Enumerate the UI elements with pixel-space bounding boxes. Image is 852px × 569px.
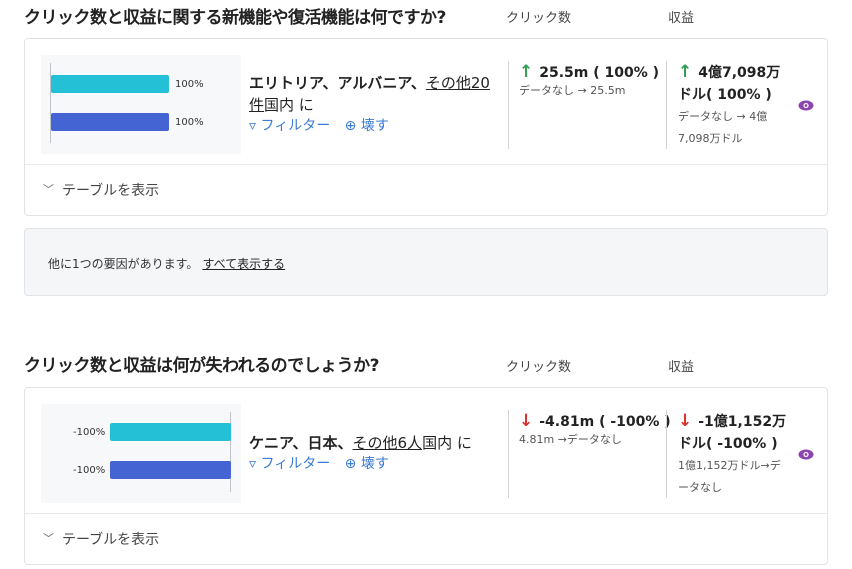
factor-others-link[interactable]: その他6人 — [353, 434, 423, 452]
show-table-toggle[interactable]: ﹀ テーブルを表示 — [25, 164, 827, 215]
show-table-label: テーブルを表示 — [62, 183, 160, 199]
arrow-up-icon: ↑ — [678, 62, 693, 82]
column-divider — [508, 410, 509, 498]
revenue-change-line2: 7,098万ドル — [678, 132, 743, 145]
break-button[interactable]: ⊕ 壊す — [345, 118, 389, 134]
revenue-value-line2: ドル( 100% ) — [678, 87, 772, 103]
revenue-metric: ↓ -1億1,152万 ドル( -100% ) 1億1,152万ドル→デ ータなし — [678, 410, 786, 499]
column-header-clicks: クリック数 — [506, 11, 572, 26]
section-title-losses: クリック数と収益は何が失われるのでしょうか? — [24, 356, 380, 376]
factor-suffix: 国内 に — [422, 434, 472, 452]
factor-countries: エリトリア、アルバニア、 — [249, 74, 426, 92]
eye-icon[interactable] — [798, 449, 814, 460]
more-factors-note: 他に1つの要因があります。 すべて表示する — [24, 228, 828, 296]
bar-revenue — [110, 461, 231, 479]
bar-revenue — [51, 113, 169, 131]
bar-label-revenue: -100% — [73, 465, 106, 476]
filter-button[interactable]: ▿ フィルター — [249, 456, 330, 472]
revenue-change-line1: 1億1,152万ドル→デ — [678, 459, 781, 472]
revenue-value-line1: -1億1,152万 — [698, 414, 787, 430]
show-table-toggle[interactable]: ﹀ テーブルを表示 — [25, 513, 827, 564]
bar-clicks — [110, 423, 231, 441]
bar-label-clicks: 100% — [175, 79, 204, 90]
revenue-change-line2: ータなし — [678, 481, 722, 494]
break-button[interactable]: ⊕ 壊す — [345, 456, 389, 472]
chevron-down-icon: ﹀ — [43, 183, 54, 196]
column-divider — [666, 410, 667, 498]
clicks-value: -4.81m ( -100% ) — [539, 414, 671, 430]
clicks-metric: ↑ 25.5m ( 100% ) データなし → 25.5m — [519, 61, 659, 98]
column-header-revenue: 収益 — [668, 11, 695, 26]
bar-label-revenue: 100% — [175, 117, 204, 128]
insight-card-gains: 100% 100% エリトリア、アルバニア、その他20件国内 に ▿ フィルター… — [24, 38, 828, 216]
clicks-value: 25.5m ( 100% ) — [539, 65, 660, 81]
bar-clicks — [51, 75, 169, 93]
clicks-change: 4.81m →データなし — [519, 433, 622, 446]
revenue-value-line1: 4億7,098万 — [698, 65, 781, 81]
section-title-gains: クリック数と収益に関する新機能や復活機能は何ですか? — [24, 8, 446, 28]
arrow-down-icon: ↓ — [519, 411, 534, 431]
arrow-up-icon: ↑ — [519, 62, 534, 82]
arrow-down-icon: ↓ — [678, 411, 693, 431]
factor-description: ケニア、日本、その他6人国内 に ▿ フィルター ⊕ 壊す — [249, 432, 499, 474]
clicks-change: データなし → 25.5m — [519, 84, 626, 97]
factor-description: エリトリア、アルバニア、その他20件国内 に ▿ フィルター ⊕ 壊す — [249, 72, 499, 136]
show-all-link[interactable]: すべて表示する — [202, 257, 285, 271]
eye-icon[interactable] — [798, 100, 814, 111]
bar-label-clicks: -100% — [73, 427, 106, 438]
factor-suffix: 国内 に — [264, 96, 314, 114]
column-divider — [508, 61, 509, 149]
revenue-value-line2: ドル( -100% ) — [678, 436, 778, 452]
factor-countries: ケニア、日本、 — [249, 434, 353, 452]
filter-button[interactable]: ▿ フィルター — [249, 118, 330, 134]
column-header-revenue: 収益 — [668, 360, 695, 375]
clicks-metric: ↓ -4.81m ( -100% ) 4.81m →データなし — [519, 410, 671, 447]
chevron-down-icon: ﹀ — [43, 532, 54, 545]
more-factors-text: 他に1つの要因があります。 — [48, 257, 199, 271]
revenue-metric: ↑ 4億7,098万 ドル( 100% ) データなし → 4億 7,098万ドル — [678, 61, 780, 150]
column-divider — [666, 61, 667, 149]
revenue-change-line1: データなし → 4億 — [678, 110, 768, 123]
insight-card-losses: -100% -100% ケニア、日本、その他6人国内 に ▿ フィルター ⊕ 壊… — [24, 387, 828, 565]
column-header-clicks: クリック数 — [506, 360, 572, 375]
mini-bar-chart: 100% 100% — [41, 55, 241, 154]
mini-bar-chart: -100% -100% — [41, 404, 241, 503]
show-table-label: テーブルを表示 — [62, 532, 160, 548]
